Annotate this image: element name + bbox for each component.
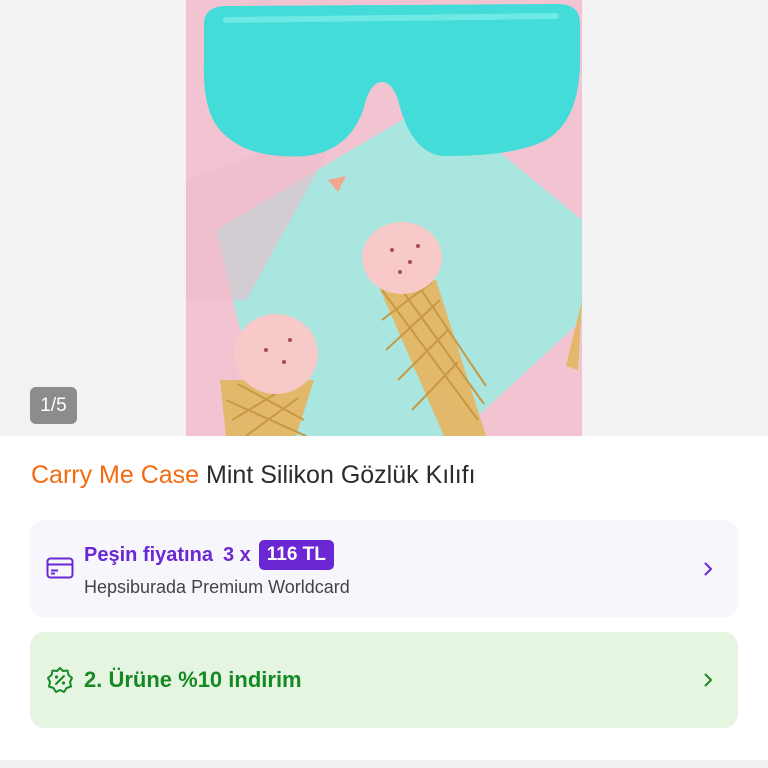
installment-label: Peşin fiyatına [84, 543, 213, 566]
campaign-offer-card[interactable]: 2. Ürüne %10 indirim [30, 632, 738, 728]
installment-summary: Peşin fiyatına 3 x 116 TL [84, 540, 334, 570]
installment-price-badge: 116 TL [258, 540, 334, 570]
discount-badge-icon [47, 667, 73, 693]
section-divider [0, 760, 768, 768]
product-photo-illustration [186, 0, 582, 436]
product-photo[interactable] [186, 0, 582, 436]
image-counter: 1/5 [30, 387, 77, 424]
product-image-gallery[interactable]: 1/5 [0, 0, 768, 436]
product-title: Carry Me Case Mint Silikon Gözlük Kılıfı [31, 461, 476, 490]
chevron-right-icon [704, 673, 712, 687]
installment-count: 3 x [222, 543, 251, 566]
campaign-label: 2. Ürüne %10 indirim [84, 667, 302, 692]
card-name: Hepsiburada Premium Worldcard [84, 577, 350, 597]
brand-link[interactable]: Carry Me Case [31, 461, 199, 489]
credit-card-icon [46, 557, 74, 579]
product-name: Mint Silikon Gözlük Kılıfı [206, 461, 476, 489]
installment-offer-card[interactable]: Peşin fiyatına 3 x 116 TL Hepsiburada Pr… [30, 520, 738, 617]
chevron-right-icon [704, 562, 712, 576]
